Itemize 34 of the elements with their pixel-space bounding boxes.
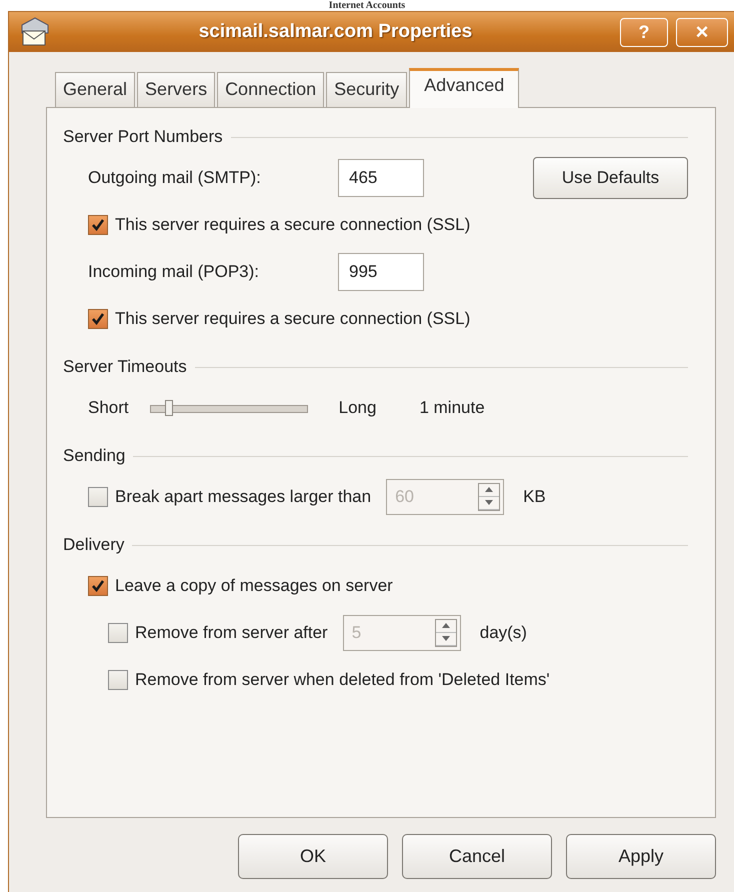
checkbox[interactable] bbox=[88, 308, 108, 328]
checkbox[interactable] bbox=[88, 576, 108, 596]
tab[interactable]: Connection bbox=[217, 72, 324, 107]
field-label: Incoming mail (POP3): bbox=[88, 262, 260, 282]
checkbox-label[interactable]: Remove from server when deleted from 'Deleted Items' bbox=[135, 670, 550, 690]
group-heading: Server Port Numbers bbox=[63, 127, 223, 147]
group-heading: Server Timeouts bbox=[63, 357, 187, 377]
tab[interactable]: General bbox=[55, 72, 136, 107]
tab[interactable]: Servers bbox=[137, 72, 216, 107]
background-window-title: Internet Accounts bbox=[328, 0, 406, 11]
slider-max-label: Long bbox=[338, 398, 376, 418]
group-heading: Sending bbox=[63, 446, 126, 466]
group-heading: Delivery bbox=[63, 535, 124, 555]
checkbox-label[interactable]: This server requires a secure connection (SSL) bbox=[115, 308, 470, 328]
port-input-field[interactable]: 995 bbox=[338, 252, 424, 290]
timeout-slider[interactable] bbox=[150, 400, 308, 416]
dialog-button[interactable]: OK bbox=[238, 834, 388, 879]
port-input-field[interactable]: 465 bbox=[338, 158, 424, 196]
checkbox[interactable] bbox=[108, 670, 128, 690]
checkbox[interactable] bbox=[88, 214, 108, 234]
tab[interactable]: Security bbox=[326, 72, 408, 107]
unit-label: KB bbox=[523, 486, 546, 506]
tab[interactable]: Advanced bbox=[409, 68, 520, 108]
timeout-value: 1 minute bbox=[419, 398, 485, 418]
checkbox-label[interactable]: This server requires a secure connection (SSL) bbox=[115, 214, 470, 234]
dialog-button[interactable]: Apply bbox=[566, 834, 716, 879]
slider-min-label: Short bbox=[88, 398, 129, 418]
window-title: scimail.salmar.com Properties bbox=[198, 21, 474, 43]
dialog-button[interactable]: Cancel bbox=[402, 834, 552, 879]
slider-thumb[interactable] bbox=[164, 400, 173, 416]
use-defaults-button[interactable]: Use Defaults bbox=[533, 156, 688, 198]
unit-label: day(s) bbox=[480, 622, 527, 642]
field-label: Outgoing mail (SMTP): bbox=[88, 168, 262, 188]
checkbox-label[interactable]: Leave a copy of messages on server bbox=[115, 576, 393, 596]
